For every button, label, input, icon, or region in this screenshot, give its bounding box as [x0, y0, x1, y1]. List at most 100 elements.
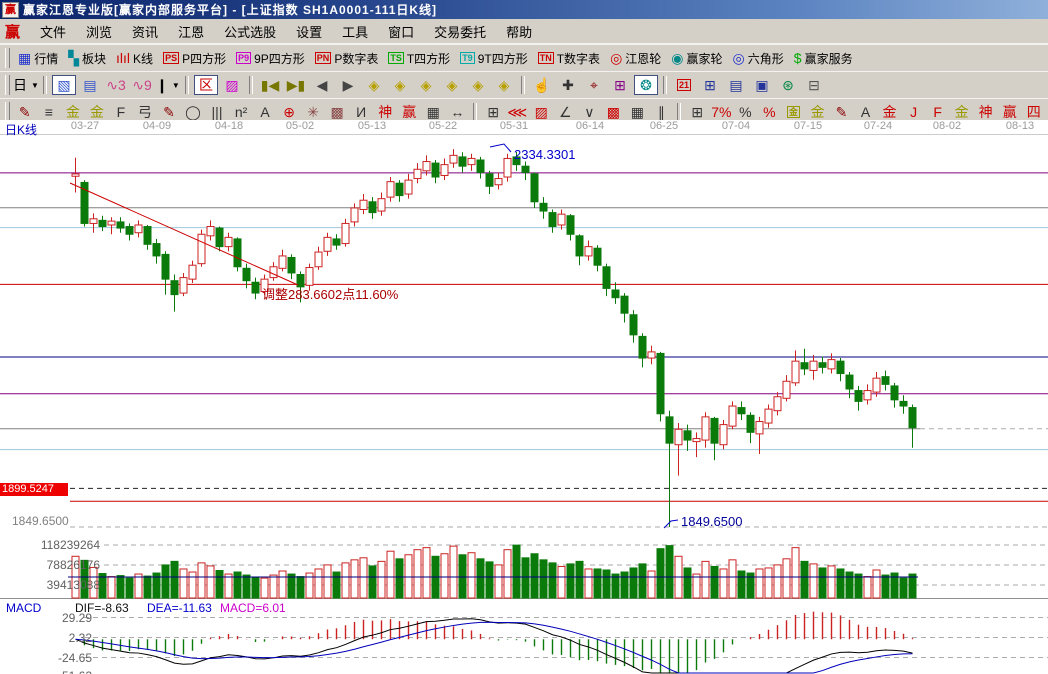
gann-fan-center-tool-icon: ⊕	[283, 104, 295, 120]
menu-资讯[interactable]: 资讯	[122, 19, 168, 44]
menu-江恩[interactable]: 江恩	[168, 19, 214, 44]
region-tool-button[interactable]: ⊞	[608, 75, 632, 95]
expand-v-button[interactable]: ◈	[466, 75, 490, 95]
calculator-button[interactable]: ⊞	[698, 75, 722, 95]
pen-bars-tool[interactable]: ✎	[830, 102, 852, 122]
menu-交易委托[interactable]: 交易委托	[424, 19, 496, 44]
sphere-48-button[interactable]: ❂	[634, 75, 658, 95]
ying-grid-tool[interactable]: 赢	[398, 102, 420, 122]
t9-square-button[interactable]: T99T四方形	[456, 48, 532, 68]
j-angle-tool[interactable]: J	[903, 102, 925, 122]
web-tool[interactable]: ✳	[302, 102, 324, 122]
menu-浏览[interactable]: 浏览	[76, 19, 122, 44]
wave-a-tool[interactable]: A	[855, 102, 877, 122]
stats-bars-tool[interactable]: ⊞	[686, 102, 708, 122]
t-number-table-button[interactable]: TNT数字表	[534, 48, 604, 68]
percent-lines-tool[interactable]: %	[758, 102, 780, 122]
quotes-button[interactable]: ▦行情	[14, 48, 62, 68]
grid-tool[interactable]: ▦	[422, 102, 444, 122]
angle-lines-tool[interactable]: ∠	[554, 102, 576, 122]
percent7-tool[interactable]: 7%	[710, 102, 732, 122]
parallel-lines-tool[interactable]: ∥	[650, 102, 672, 122]
p9-square-button[interactable]: P99P四方形	[232, 48, 309, 68]
percent-tool[interactable]: %	[734, 102, 756, 122]
gann-fan-center-tool[interactable]: ⊕	[278, 102, 300, 122]
p-square-button[interactable]: PSP四方形	[159, 48, 230, 68]
spider-web-tool[interactable]: ▩	[326, 102, 348, 122]
shift-left-button[interactable]: ◈	[362, 75, 386, 95]
print-button[interactable]: ⊟	[802, 75, 826, 95]
pen-tool[interactable]: ✎	[14, 102, 36, 122]
crosshair-tool-button[interactable]: ✚	[556, 75, 580, 95]
expand-h-button[interactable]: ◈	[414, 75, 438, 95]
notes-button[interactable]: ▤	[724, 75, 748, 95]
menu-帮助[interactable]: 帮助	[496, 19, 542, 44]
p-number-table-button[interactable]: PNP数字表	[311, 48, 383, 68]
channel-tool[interactable]: A	[254, 102, 276, 122]
menu-文件[interactable]: 文件	[30, 19, 76, 44]
gold-red-tool[interactable]: 金	[879, 102, 901, 122]
wave5-tool[interactable]: 弓	[134, 102, 156, 122]
gold-channel-tool[interactable]: 金	[86, 102, 108, 122]
si-angle-tool[interactable]: 四	[1023, 102, 1045, 122]
gold-levels-tool-icon: 金	[810, 104, 824, 120]
shen-angle-tool[interactable]: 神	[975, 102, 997, 122]
fib-lines-tool-icon: ≡	[45, 104, 53, 120]
prev-page-button[interactable]: ◀	[310, 75, 334, 95]
menu-设置[interactable]: 设置	[286, 19, 332, 44]
world-clock-button[interactable]: ⊛	[776, 75, 800, 95]
red-grid-tool[interactable]: ▩	[602, 102, 624, 122]
fib-lines-tool[interactable]: ≡	[38, 102, 60, 122]
kline-button[interactable]: ılılK线	[112, 48, 157, 68]
calendar-button[interactable]: 21	[672, 75, 696, 95]
candle-style-selector[interactable]: ❙▼	[156, 75, 180, 95]
black-grid-tool[interactable]: ▦	[626, 102, 648, 122]
hatch-tool[interactable]: ▨	[530, 102, 552, 122]
winner-wheel-button[interactable]: ◉赢家轮	[667, 48, 726, 68]
calculator-button-icon: ⊞	[704, 77, 716, 93]
menu-工具[interactable]: 工具	[332, 19, 378, 44]
gold-angle-tool[interactable]: 金	[951, 102, 973, 122]
last-page-button[interactable]: ▶▮	[284, 75, 308, 95]
gold-lines-tool[interactable]: 金	[62, 102, 84, 122]
mini-chart-9-button[interactable]: ∿9	[130, 75, 154, 95]
t-square-button[interactable]: TST四方形	[384, 48, 454, 68]
period-selector[interactable]: 日▼	[14, 75, 38, 95]
menu-窗口[interactable]: 窗口	[378, 19, 424, 44]
mini-chart-3-button[interactable]: ∿3	[104, 75, 128, 95]
color-chart-button[interactable]: ▨	[220, 75, 244, 95]
f-angle-tool[interactable]: F	[927, 102, 949, 122]
annotate-pen-tool[interactable]: ✎	[158, 102, 180, 122]
zoom-tool-button[interactable]: ⌖	[582, 75, 606, 95]
chart-area[interactable]: 日K线 03-2704-0904-1805-0205-1305-2205-310…	[0, 120, 1048, 674]
square-of-nine-tool[interactable]: n²	[230, 102, 252, 122]
sectors-button[interactable]: ▚板块	[64, 48, 110, 68]
info-panel-button[interactable]: ▤	[78, 75, 102, 95]
winner-service-button[interactable]: $赢家服务	[790, 48, 857, 68]
hand-tool-button[interactable]: ☝	[530, 75, 554, 95]
gold-circle-tool[interactable]: 金	[782, 102, 804, 122]
gold-levels-tool[interactable]: 金	[806, 102, 828, 122]
circle-tool[interactable]: ◯	[182, 102, 204, 122]
fan-lines-tool[interactable]: ⋘	[506, 102, 528, 122]
zigzag-tool[interactable]: И	[350, 102, 372, 122]
wave-tool[interactable]: ∨	[578, 102, 600, 122]
shrink-h-button[interactable]: ◈	[440, 75, 464, 95]
first-page-button[interactable]: ▮◀	[258, 75, 282, 95]
shen-grid-tool[interactable]: 神	[374, 102, 396, 122]
box-ruler-tool[interactable]: ⊞	[482, 102, 504, 122]
shift-right-button[interactable]: ◈	[388, 75, 412, 95]
menu-公式选股[interactable]: 公式选股	[214, 19, 286, 44]
gann-analysis-button[interactable]: 区	[194, 75, 218, 95]
fibonacci-f-tool[interactable]: F	[110, 102, 132, 122]
hexagon-button[interactable]: ◎六角形	[729, 48, 788, 68]
menu-bar: 赢 文件浏览资讯江恩公式选股设置工具窗口交易委托帮助	[0, 19, 1048, 44]
next-page-button[interactable]: ▶	[336, 75, 360, 95]
measure-tool[interactable]: ↔	[446, 102, 468, 122]
vert-lines-tool[interactable]: |||	[206, 102, 228, 122]
gann-wheel-button[interactable]: ◎江恩轮	[606, 48, 665, 68]
screen-layout-button[interactable]: ▧	[52, 75, 76, 95]
fit-view-button[interactable]: ◈	[492, 75, 516, 95]
ying-angle-tool[interactable]: 赢	[999, 102, 1021, 122]
save-button[interactable]: ▣	[750, 75, 774, 95]
